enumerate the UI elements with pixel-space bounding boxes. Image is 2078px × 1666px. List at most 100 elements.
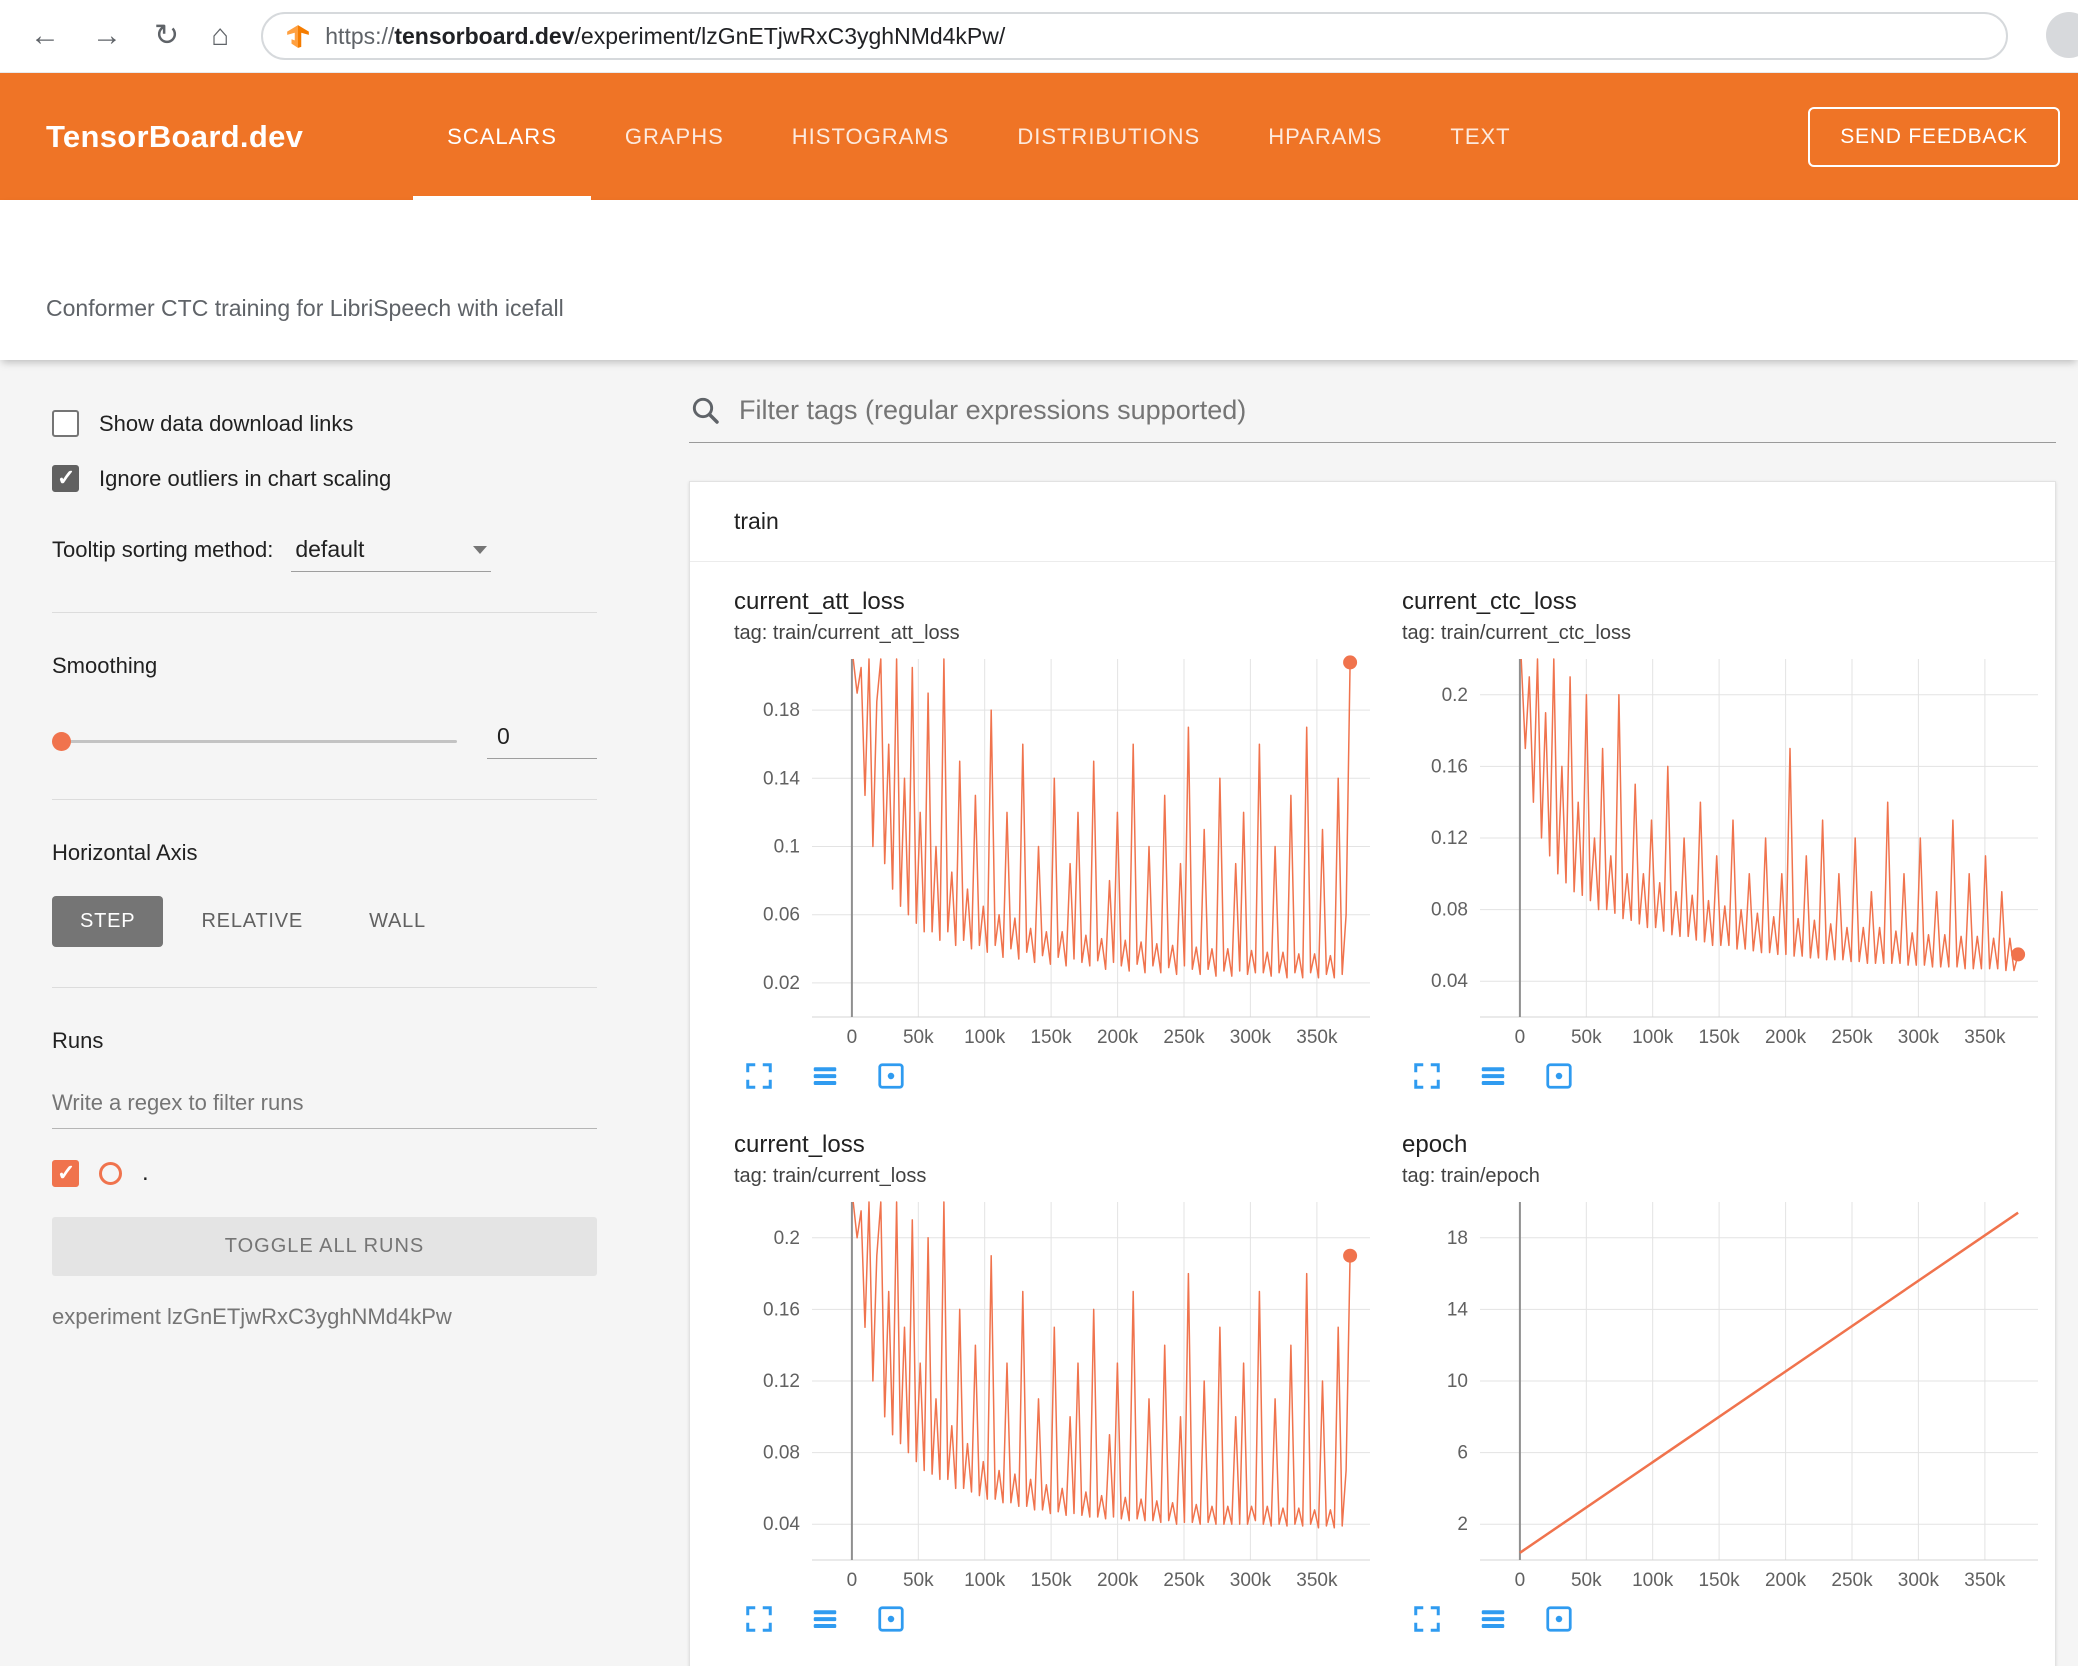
- tensorboard-logo-icon: [285, 23, 311, 49]
- filter-lines-icon[interactable]: [810, 1604, 840, 1634]
- svg-text:350k: 350k: [1964, 1570, 2006, 1591]
- filter-tags-input[interactable]: [739, 394, 2056, 426]
- svg-text:0: 0: [1515, 1570, 1526, 1591]
- svg-text:6: 6: [1457, 1443, 1468, 1464]
- address-bar[interactable]: https://tensorboard.dev/experiment/lzGnE…: [261, 12, 2008, 60]
- fit-domain-icon[interactable]: [876, 1604, 906, 1634]
- tab-histograms[interactable]: HISTOGRAMS: [758, 73, 984, 200]
- chart-title: epoch: [1402, 1131, 1468, 1158]
- chart-plot[interactable]: 0.04 0.08 0.12 0.16 0.2 0 50k 100k 150k 200k 250k 3…: [734, 1192, 1384, 1592]
- toggle-all-runs-button[interactable]: TOGGLE ALL RUNS: [52, 1217, 597, 1276]
- chart-plot[interactable]: 2 6 10 14 18 0 50k 100k 150k 200k 250k 300k 350k: [1402, 1192, 2052, 1592]
- chart-tag: tag: train/current_ctc_loss: [1402, 622, 1631, 644]
- svg-text:100k: 100k: [1632, 1570, 1674, 1591]
- chart-title: current_loss: [734, 1131, 865, 1158]
- chart-toolbar: [1402, 1604, 2052, 1634]
- reload-icon[interactable]: ↻: [154, 21, 179, 51]
- filter-lines-icon[interactable]: [1478, 1604, 1508, 1634]
- axis-wall-button[interactable]: WALL: [341, 896, 454, 947]
- horizontal-axis-buttons: STEP RELATIVE WALL: [52, 896, 597, 947]
- smoothing-value[interactable]: 0: [487, 723, 597, 759]
- fit-domain-icon[interactable]: [1544, 1604, 1574, 1634]
- home-icon[interactable]: ⌂: [211, 21, 229, 51]
- fit-domain-icon[interactable]: [876, 1061, 906, 1091]
- main-panel: train current_att_loss tag: train/curren…: [655, 360, 2078, 1666]
- chart-epoch: epoch tag: train/epoch 2 6 10 14 18 0 50k 100k 1…: [1402, 1131, 2052, 1634]
- filter-lines-icon[interactable]: [810, 1061, 840, 1091]
- expand-chart-icon[interactable]: [1412, 1061, 1442, 1091]
- chart-tag: tag: train/current_loss: [734, 1165, 927, 1187]
- run-item[interactable]: .: [52, 1159, 597, 1187]
- chart-plot[interactable]: 0.02 0.06 0.1 0.14 0.18 0 50k 100k 150k 200k 250k 3…: [734, 649, 1384, 1049]
- svg-text:150k: 150k: [1698, 1027, 1740, 1048]
- expand-chart-icon[interactable]: [744, 1604, 774, 1634]
- svg-text:100k: 100k: [1632, 1027, 1674, 1048]
- tooltip-sorting-select[interactable]: default: [291, 534, 492, 572]
- experiment-id: experiment lzGnETjwRxC3yghNMd4kPw: [52, 1304, 452, 1329]
- svg-text:50k: 50k: [903, 1570, 934, 1591]
- expand-chart-icon[interactable]: [1412, 1604, 1442, 1634]
- runs-filter-input[interactable]: [52, 1080, 597, 1129]
- show-download-links-checkbox[interactable]: [52, 410, 79, 437]
- chart-current-ctc-loss: current_ctc_loss tag: train/current_ctc_…: [1402, 588, 2052, 1091]
- tab-distributions[interactable]: DISTRIBUTIONS: [983, 73, 1234, 200]
- axis-step-button[interactable]: STEP: [52, 896, 164, 947]
- svg-text:150k: 150k: [1030, 1027, 1072, 1048]
- svg-text:0.16: 0.16: [763, 1299, 800, 1320]
- svg-text:300k: 300k: [1230, 1570, 1272, 1591]
- svg-text:300k: 300k: [1898, 1027, 1940, 1048]
- ignore-outliers-row[interactable]: Ignore outliers in chart scaling: [52, 465, 597, 492]
- smoothing-slider-thumb[interactable]: [52, 731, 71, 751]
- svg-text:250k: 250k: [1831, 1570, 1873, 1591]
- tensorboard-header: TensorBoard.dev SCALARS GRAPHS HISTOGRAM…: [0, 73, 2078, 200]
- svg-text:350k: 350k: [1296, 1027, 1338, 1048]
- chart-title: current_att_loss: [734, 588, 905, 615]
- svg-text:0.08: 0.08: [1431, 900, 1468, 921]
- show-download-links-row[interactable]: Show data download links: [52, 410, 597, 437]
- svg-text:150k: 150k: [1030, 1570, 1072, 1591]
- svg-text:350k: 350k: [1964, 1027, 2006, 1048]
- tooltip-sorting-row: Tooltip sorting method: default: [52, 534, 597, 572]
- svg-text:200k: 200k: [1765, 1027, 1807, 1048]
- tooltip-sorting-label: Tooltip sorting method:: [52, 537, 274, 562]
- tab-scalars[interactable]: SCALARS: [413, 73, 591, 200]
- axis-relative-button[interactable]: RELATIVE: [173, 896, 331, 947]
- svg-text:10: 10: [1447, 1371, 1468, 1392]
- smoothing-slider[interactable]: [52, 731, 457, 751]
- show-download-links-label: Show data download links: [99, 410, 354, 436]
- back-icon[interactable]: ←: [30, 21, 60, 51]
- chevron-down-icon: [473, 545, 488, 554]
- ignore-outliers-checkbox[interactable]: [52, 465, 79, 492]
- runs-label: Runs: [52, 1028, 104, 1053]
- tooltip-sorting-value: default: [295, 536, 365, 562]
- browser-toolbar: ← → ↻ ⌂ https://tensorboard.dev/experime…: [0, 0, 2078, 73]
- settings-sidebar: Show data download links Ignore outliers…: [0, 360, 655, 1666]
- filter-lines-icon[interactable]: [1478, 1061, 1508, 1091]
- divider: [52, 612, 597, 613]
- tab-hparams[interactable]: HPARAMS: [1234, 73, 1416, 200]
- send-feedback-button[interactable]: SEND FEEDBACK: [1808, 106, 2060, 167]
- expand-chart-icon[interactable]: [744, 1061, 774, 1091]
- train-card-header[interactable]: train: [690, 482, 2055, 562]
- chart-plot[interactable]: 0.04 0.08 0.12 0.16 0.2 0 50k 100k 150k 200k 250k 3…: [1402, 649, 2052, 1049]
- smoothing-label: Smoothing: [52, 653, 158, 678]
- app-title: TensorBoard.dev: [46, 118, 304, 154]
- url-scheme: https://: [325, 22, 395, 49]
- chart-toolbar: [734, 1061, 1384, 1091]
- avatar[interactable]: [2046, 12, 2078, 58]
- svg-text:150k: 150k: [1698, 1570, 1740, 1591]
- svg-text:50k: 50k: [903, 1027, 934, 1048]
- svg-text:300k: 300k: [1898, 1570, 1940, 1591]
- url-path: /experiment/lzGnETjwRxC3yghNMd4kPw/: [574, 22, 1006, 49]
- chart-title: current_ctc_loss: [1402, 588, 1577, 615]
- svg-text:0.04: 0.04: [1431, 971, 1468, 992]
- chart-tag: tag: train/epoch: [1402, 1165, 1540, 1187]
- run-checkbox[interactable]: [52, 1159, 79, 1187]
- svg-text:0.08: 0.08: [763, 1443, 800, 1464]
- charts-grid: current_att_loss tag: train/current_att_…: [690, 562, 2055, 1666]
- train-card: train current_att_loss tag: train/curren…: [689, 481, 2056, 1666]
- tab-graphs[interactable]: GRAPHS: [591, 73, 758, 200]
- tab-text[interactable]: TEXT: [1416, 73, 1544, 200]
- fit-domain-icon[interactable]: [1544, 1061, 1574, 1091]
- forward-icon[interactable]: →: [92, 21, 122, 51]
